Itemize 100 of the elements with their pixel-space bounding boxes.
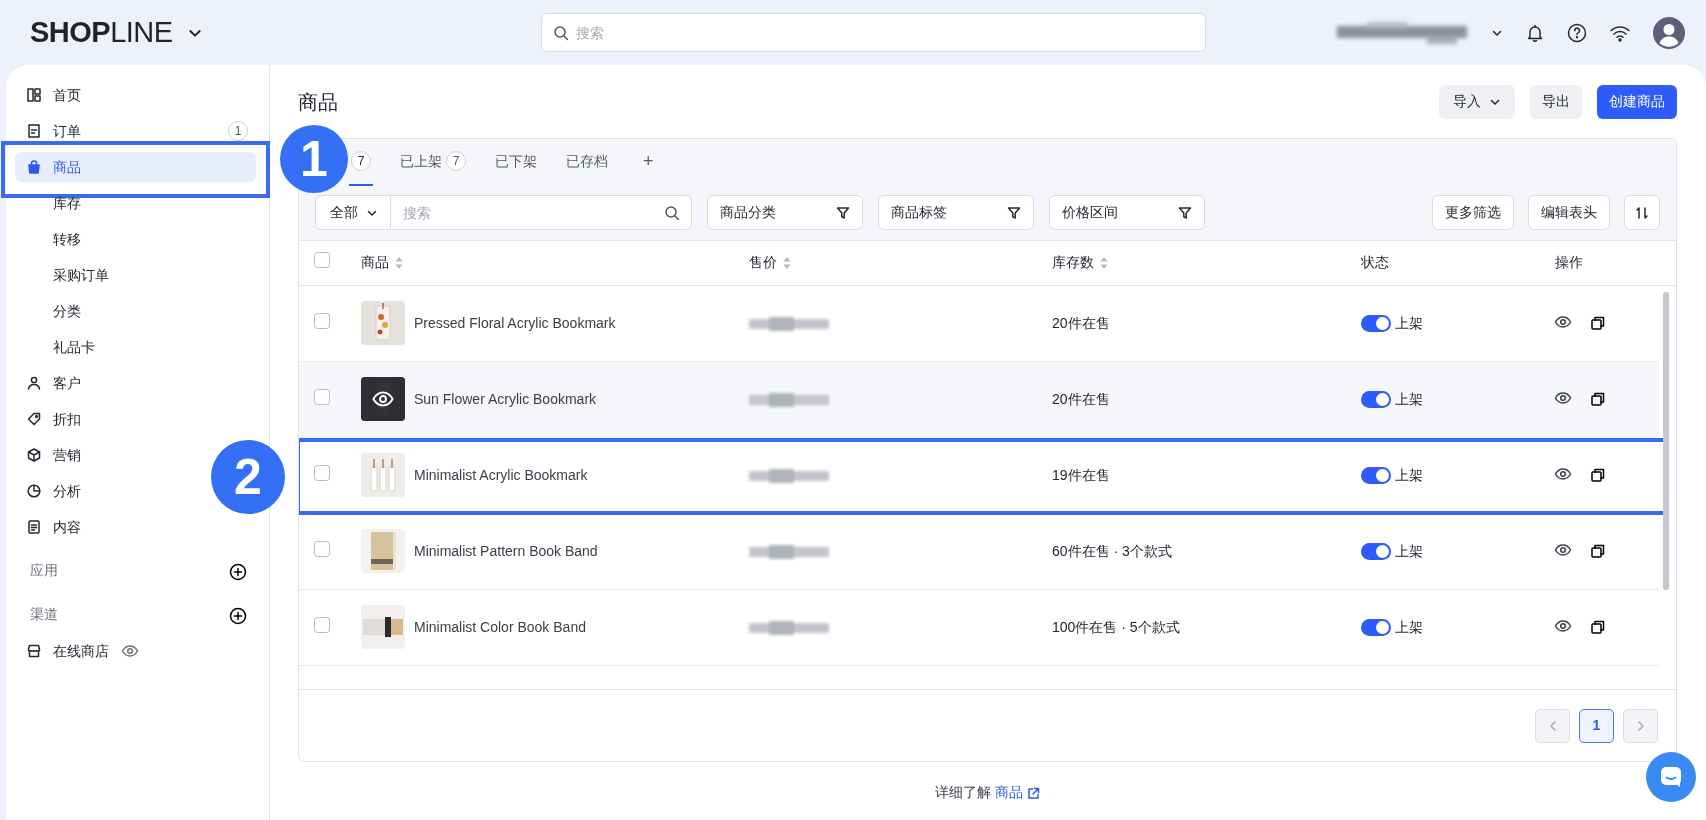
- export-button[interactable]: 导出: [1530, 84, 1582, 119]
- sidebar-item[interactable]: 在线商店: [15, 638, 147, 664]
- row-checkbox[interactable]: [314, 388, 330, 405]
- status-label: 上架: [1395, 541, 1423, 561]
- column-header: 库存数: [1052, 253, 1094, 273]
- import-button[interactable]: 导入: [1439, 84, 1515, 119]
- row-checkbox[interactable]: [314, 312, 330, 329]
- document-icon: [27, 124, 41, 138]
- bell-icon: [1525, 22, 1545, 43]
- status-toggle[interactable]: [1361, 314, 1391, 332]
- duplicate-button[interactable]: [1590, 619, 1606, 636]
- shopping-bag-icon: [27, 160, 41, 174]
- tab[interactable]: 已存档: [564, 139, 610, 186]
- chat-icon: [1659, 765, 1683, 789]
- create-button[interactable]: 创建商品: [1597, 84, 1677, 119]
- sidebar-item[interactable]: 转移: [15, 226, 81, 252]
- row-checkbox[interactable]: [314, 540, 330, 557]
- search-icon: [664, 205, 680, 222]
- column-header: 商品: [361, 253, 389, 273]
- filter-icon: [1007, 205, 1021, 220]
- filter-dropdown[interactable]: 商品分类: [707, 195, 863, 231]
- stock-text: 20件在售: [1052, 313, 1111, 333]
- cube-icon: [27, 448, 41, 462]
- sidebar-item[interactable]: 商品: [15, 152, 256, 182]
- search-field[interactable]: 搜索: [541, 13, 1206, 52]
- copy-icon: [1590, 619, 1606, 636]
- product-name[interactable]: Minimalist Pattern Book Band: [414, 540, 598, 562]
- duplicate-button[interactable]: [1590, 315, 1606, 332]
- row-checkbox[interactable]: [314, 616, 330, 633]
- add-tab-button[interactable]: +: [635, 139, 662, 186]
- sidebar-item[interactable]: 营销: [15, 442, 81, 468]
- sidebar-item[interactable]: 采购订单: [15, 262, 109, 288]
- status-toggle[interactable]: [1361, 542, 1391, 560]
- section-label: 渠道: [30, 605, 58, 624]
- external-link-icon: [1026, 786, 1040, 800]
- sidebar-item[interactable]: 库存: [15, 190, 81, 216]
- brand-logo[interactable]: SHOPLINE: [30, 10, 173, 55]
- learn-more-text: 详细了解 商品: [935, 784, 1040, 800]
- eye-icon: [1554, 467, 1572, 482]
- learn-more-link[interactable]: 商品: [995, 784, 1040, 800]
- sidebar-item[interactable]: 分析: [15, 478, 81, 504]
- sidebar-item[interactable]: 内容: [15, 514, 81, 540]
- tab[interactable]: 已下架: [493, 139, 539, 186]
- add-icon: [229, 607, 247, 625]
- column-header: 售价: [749, 253, 777, 273]
- sidebar-item[interactable]: 客户: [15, 370, 81, 396]
- sidebar-item[interactable]: 分类: [15, 298, 81, 324]
- pie-chart-icon: [27, 484, 41, 498]
- product-name[interactable]: Minimalist Color Book Band: [414, 616, 586, 638]
- duplicate-button[interactable]: [1590, 543, 1606, 560]
- stock-text: 19件在售: [1052, 465, 1111, 485]
- store-icon: [27, 644, 41, 658]
- add-button[interactable]: [229, 563, 247, 581]
- search-field[interactable]: 搜索: [391, 195, 692, 231]
- eye-icon: [121, 644, 139, 658]
- add-button[interactable]: [229, 607, 247, 625]
- avatar-icon[interactable]: [1653, 16, 1685, 49]
- product-name[interactable]: Minimalist Acrylic Bookmark: [414, 464, 588, 486]
- tab[interactable]: 已上架 7: [398, 139, 468, 186]
- page-title: 商品: [298, 89, 338, 114]
- sidebar-item[interactable]: 折扣: [15, 406, 81, 432]
- sidebar-item[interactable]: 礼品卡: [15, 334, 95, 360]
- eye-icon: [371, 390, 395, 409]
- column-header: 状态: [1361, 253, 1389, 273]
- status-label: 上架: [1395, 313, 1423, 333]
- scrollbar-thumb[interactable]: [1663, 291, 1669, 590]
- eye-icon: [1554, 315, 1572, 330]
- dashboard-icon: [27, 88, 41, 102]
- product-name[interactable]: Sun Flower Acrylic Bookmark: [414, 388, 597, 410]
- column-header: 操作: [1555, 253, 1583, 273]
- copy-icon: [1590, 315, 1606, 332]
- toolbar-button[interactable]: 编辑表头: [1528, 195, 1610, 231]
- sidebar-item[interactable]: 首页: [15, 82, 81, 108]
- sort-button[interactable]: [1624, 195, 1660, 231]
- eye-icon: [1554, 543, 1572, 558]
- document-icon: [27, 520, 41, 534]
- tag-icon: [27, 412, 41, 426]
- status-label: 上架: [1395, 617, 1423, 637]
- page-button[interactable]: 1: [1579, 708, 1614, 743]
- sidebar-item[interactable]: 订单 1: [15, 118, 256, 144]
- filter-dropdown[interactable]: 商品标签: [878, 195, 1034, 231]
- product-name[interactable]: Pressed Floral Acrylic Bookmark: [414, 312, 616, 334]
- stock-text: 20件在售: [1052, 389, 1111, 409]
- status-toggle[interactable]: [1361, 466, 1391, 484]
- duplicate-button[interactable]: [1590, 391, 1606, 408]
- chevron-right-icon: [1635, 719, 1646, 732]
- copy-icon: [1590, 543, 1606, 560]
- stock-text: 60件在售 · 3个款式: [1052, 541, 1173, 561]
- filter-dropdown[interactable]: 价格区间: [1049, 195, 1205, 231]
- person-icon: [27, 376, 41, 390]
- select-all-checkbox[interactable]: [314, 252, 330, 269]
- scope-dropdown[interactable]: 全部: [315, 195, 391, 231]
- status-toggle[interactable]: [1361, 390, 1391, 408]
- status-toggle[interactable]: [1361, 618, 1391, 636]
- row-checkbox[interactable]: [314, 464, 330, 481]
- duplicate-button[interactable]: [1590, 467, 1606, 484]
- preview-button[interactable]: [121, 644, 139, 658]
- filter-icon: [1178, 205, 1192, 220]
- tab[interactable]: 7: [349, 139, 373, 186]
- toolbar-button[interactable]: 更多筛选: [1432, 195, 1514, 231]
